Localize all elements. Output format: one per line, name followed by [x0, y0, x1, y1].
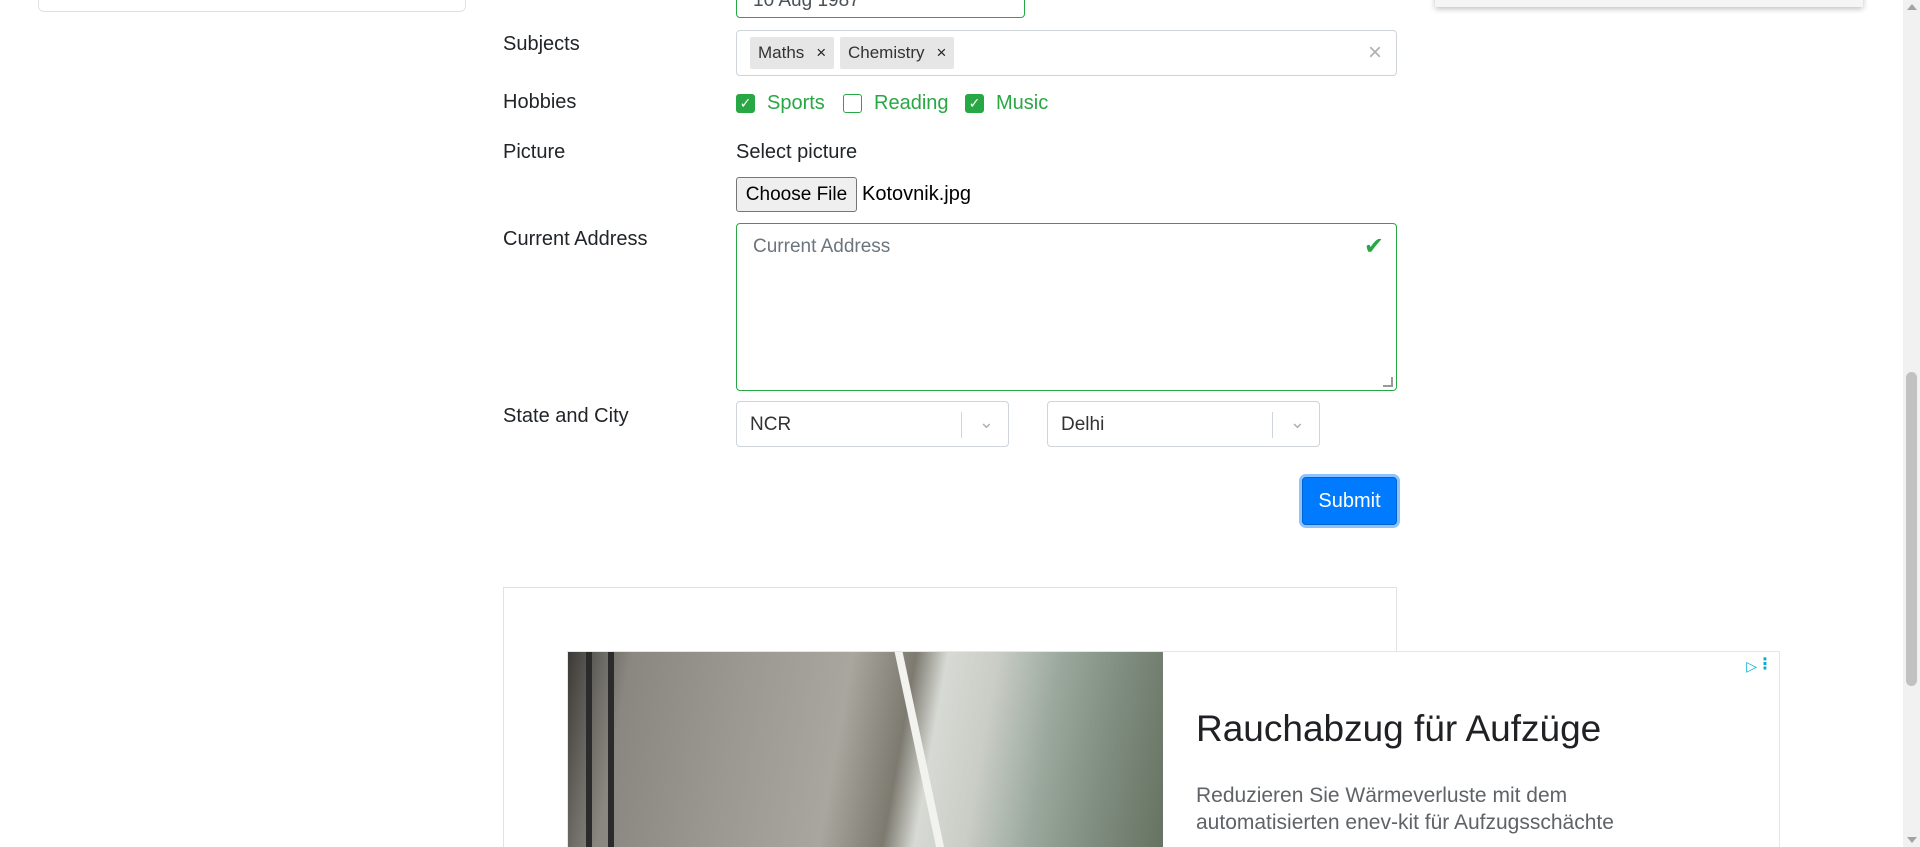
checkbox-checked-icon[interactable]: ✓ [965, 94, 984, 113]
date-of-birth-input[interactable]: 10 Aug 1987 ✔ [736, 0, 1025, 18]
ad-description[interactable]: Reduzieren Sie Wärmeverluste mit dem aut… [1196, 782, 1666, 836]
hobby-checkbox-sports[interactable]: ✓ Sports [736, 92, 825, 115]
hobby-checkbox-reading[interactable]: Reading [843, 92, 949, 115]
scroll-up-icon[interactable] [1907, 4, 1917, 10]
checkbox-checked-icon[interactable]: ✓ [736, 94, 755, 113]
picture-label: Picture [503, 141, 566, 163]
state-select[interactable]: NCR ⌄ [736, 401, 1009, 447]
subject-chip-label: Maths [758, 43, 805, 62]
subjects-input[interactable]: Maths × Chemistry × × [736, 30, 1397, 76]
select-picture-caption: Select picture [736, 141, 858, 163]
city-value: Delhi [1061, 414, 1105, 435]
valid-check-icon: ✔ [995, 0, 1012, 7]
address-placeholder: Current Address [753, 236, 891, 257]
city-select[interactable]: Delhi ⌄ [1047, 401, 1320, 447]
ad-menu-icon[interactable]: ⋮ [1757, 654, 1773, 674]
date-of-birth-value: 10 Aug 1987 [753, 0, 860, 11]
state-city-label: State and City [503, 405, 629, 427]
ad-choices-icon[interactable]: ▷ [1746, 658, 1757, 675]
page-scrollbar[interactable] [1903, 0, 1920, 847]
current-address-label: Current Address [503, 228, 648, 250]
choose-file-button[interactable]: Choose File [736, 177, 857, 212]
current-address-textarea[interactable]: Current Address ✔ [736, 223, 1397, 391]
ad-image-detail [608, 652, 614, 847]
valid-check-icon: ✔ [1363, 233, 1384, 260]
ad-title[interactable]: Rauchabzug für Aufzüge [1196, 708, 1601, 750]
advertisement[interactable]: Rauchabzug für Aufzüge Reduzieren Sie Wä… [567, 651, 1780, 847]
hobby-label[interactable]: Music [996, 92, 1048, 115]
hobbies-label: Hobbies [503, 91, 577, 113]
select-separator [961, 412, 962, 438]
remove-chip-icon[interactable]: × [931, 37, 955, 69]
top-right-widget [1435, 0, 1863, 7]
ad-image-detail [894, 652, 950, 847]
resize-handle-icon[interactable] [1383, 377, 1393, 387]
select-separator [1272, 412, 1273, 438]
remove-chip-icon[interactable]: × [810, 37, 834, 69]
clear-all-icon[interactable]: × [1368, 39, 1382, 67]
subjects-label: Subjects [503, 33, 580, 55]
subject-chip-label: Chemistry [848, 43, 925, 62]
chevron-down-icon[interactable]: ⌄ [1290, 412, 1305, 433]
hobby-label[interactable]: Sports [767, 92, 825, 115]
subject-chip: Maths × [750, 37, 835, 69]
selected-file-name: Kotovnik.jpg [862, 183, 971, 205]
checkbox-unchecked-icon[interactable] [843, 94, 862, 113]
hobby-checkbox-music[interactable]: ✓ Music [965, 92, 1048, 115]
sidebar-panel [38, 0, 466, 12]
subject-chip: Chemistry × [840, 37, 955, 69]
ad-image[interactable] [568, 652, 1163, 847]
hobby-label[interactable]: Reading [874, 92, 949, 115]
scroll-down-icon[interactable] [1907, 837, 1917, 843]
submit-button[interactable]: Submit [1302, 477, 1397, 525]
scrollbar-thumb[interactable] [1906, 372, 1917, 686]
state-value: NCR [750, 414, 792, 435]
ad-image-detail [586, 652, 592, 847]
chevron-down-icon[interactable]: ⌄ [979, 412, 994, 433]
